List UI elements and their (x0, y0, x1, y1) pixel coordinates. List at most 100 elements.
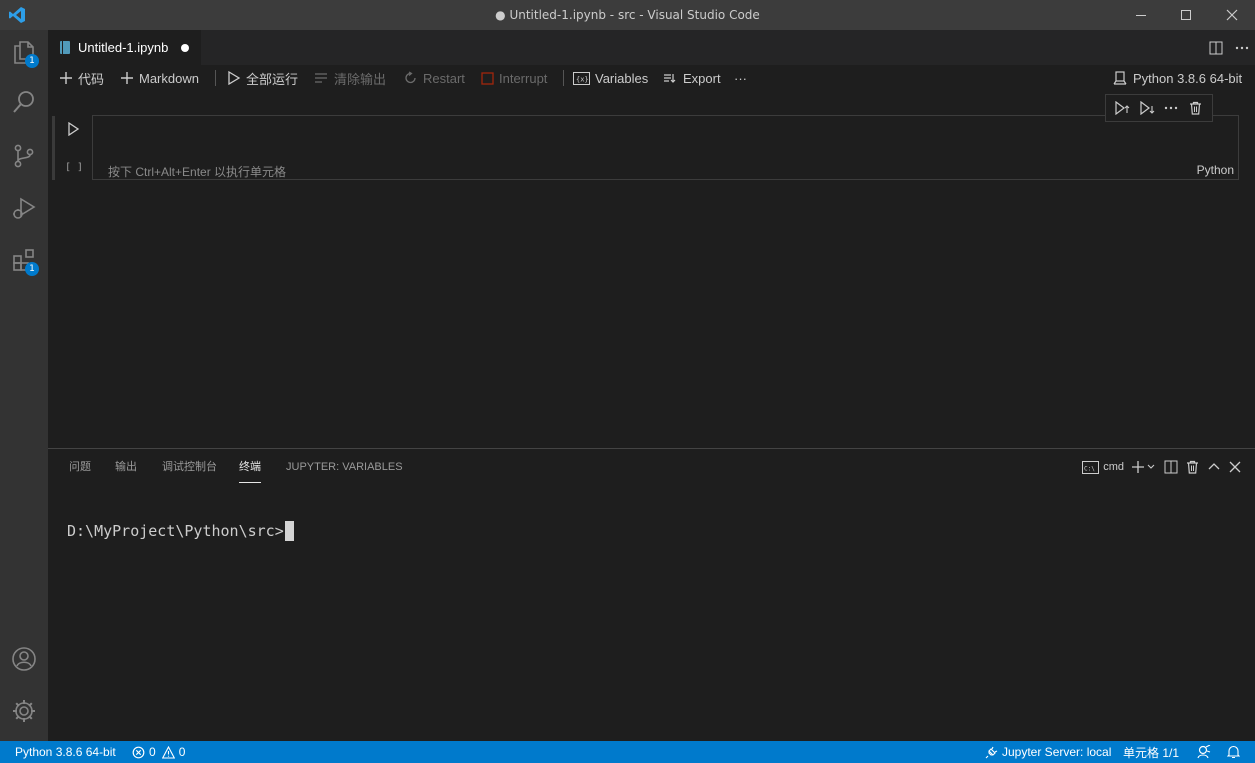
problems-status[interactable]: 0 0 (132, 741, 185, 763)
tab-untitled-notebook[interactable]: Untitled-1.ipynb (48, 30, 201, 65)
warning-icon (161, 745, 175, 759)
variables-button[interactable]: {x} Variables (573, 65, 648, 91)
tab-label: Untitled-1.ipynb (78, 40, 169, 55)
unsaved-dot-icon[interactable] (181, 44, 189, 52)
svg-text:{x}: {x} (576, 75, 589, 83)
editor-actions (1203, 30, 1255, 65)
run-cell-button[interactable] (64, 119, 82, 139)
accounts-button[interactable] (0, 637, 48, 685)
export-icon (664, 74, 676, 83)
more-actions-icon[interactable] (1229, 35, 1255, 61)
cell-language-picker[interactable]: Python (1197, 163, 1234, 177)
plus-icon (121, 72, 133, 84)
clear-all-icon (315, 73, 327, 83)
run-all-icon (228, 71, 241, 85)
window-title: ● Untitled-1.ipynb - src - Visual Studio… (495, 8, 760, 22)
terminal-cursor (284, 521, 294, 541)
tab-output[interactable]: 输出 (115, 449, 137, 485)
run-below-icon[interactable] (1136, 97, 1158, 119)
code-cell-editor[interactable]: 按下 Ctrl+Alt+Enter 以执行单元格 Python (92, 115, 1239, 180)
terminal-icon: C:\ (1082, 460, 1100, 474)
cell-more-icon[interactable] (1160, 97, 1182, 119)
execution-count: [ ] (65, 162, 84, 173)
notebook-toolbar: 代码 Markdown 全部运行 清除输出 Restart Interrupt … (48, 65, 1255, 91)
new-terminal-button[interactable] (1132, 455, 1156, 479)
restart-kernel-button[interactable]: Restart (404, 65, 465, 91)
tab-bar: Untitled-1.ipynb (48, 30, 1255, 65)
cell-toolbar (1105, 94, 1213, 122)
toolbar-more-button[interactable]: ··· (734, 65, 747, 91)
tab-terminal[interactable]: 终端 (239, 449, 261, 483)
notebook-file-icon (60, 41, 70, 54)
gear-icon (11, 698, 37, 728)
kernel-picker-button[interactable]: Python 3.8.6 64-bit (1113, 65, 1242, 91)
status-bar: Python 3.8.6 64-bit 0 0 Jupyter Server: … (0, 741, 1255, 763)
panel-actions: C:\ cmd (1078, 449, 1255, 485)
terminal-output[interactable]: D:\MyProject\Python\src> (67, 521, 294, 541)
feedback-icon (1197, 745, 1211, 759)
interrupt-kernel-button[interactable]: Interrupt (481, 65, 547, 91)
source-control-button[interactable] (0, 134, 48, 182)
close-icon (1229, 461, 1241, 473)
split-terminal-button[interactable] (1164, 455, 1178, 479)
editor-area: Untitled-1.ipynb 代码 Markdown 全部运行 清除输出 R… (48, 30, 1255, 448)
search-icon (11, 89, 37, 119)
toolbar-divider (563, 70, 564, 86)
plus-chevron-icon (1132, 461, 1155, 473)
variables-icon: {x} (573, 71, 590, 85)
terminal-prompt: D:\MyProject\Python\src> (67, 522, 284, 540)
chevron-up-icon (1208, 463, 1220, 470)
jupyter-server-status[interactable]: Jupyter Server: local (985, 741, 1111, 763)
bell-icon (1227, 745, 1240, 759)
cell-focus-indicator (52, 116, 55, 180)
svg-text:C:\: C:\ (1084, 465, 1095, 472)
bottom-panel: 问题 输出 调试控制台 终端 JUPYTER: VARIABLES C:\ cm… (48, 448, 1255, 741)
source-control-icon (11, 143, 37, 173)
toolbar-divider (215, 70, 216, 86)
clear-outputs-button[interactable]: 清除输出 (314, 65, 386, 91)
run-debug-icon (11, 195, 37, 225)
run-above-icon[interactable] (1111, 97, 1133, 119)
explorer-badge: 1 (25, 54, 39, 68)
python-interpreter-status[interactable]: Python 3.8.6 64-bit (15, 741, 116, 763)
extensions-button[interactable]: 1 (0, 238, 48, 286)
close-panel-button[interactable] (1229, 455, 1241, 479)
split-icon (1164, 460, 1178, 474)
feedback-button[interactable] (1197, 741, 1215, 763)
title-bar: ● Untitled-1.ipynb - src - Visual Studio… (0, 0, 1255, 30)
server-environment-icon (1113, 71, 1127, 85)
cell-placeholder: 按下 Ctrl+Alt+Enter 以执行单元格 (108, 165, 287, 179)
manage-button[interactable] (0, 689, 48, 737)
play-icon (68, 122, 79, 136)
minimize-button[interactable] (1118, 0, 1164, 30)
maximize-panel-button[interactable] (1207, 455, 1221, 479)
trash-icon (1187, 460, 1198, 474)
delete-cell-icon[interactable] (1185, 97, 1207, 119)
run-all-button[interactable]: 全部运行 (227, 65, 298, 91)
add-markdown-cell-button[interactable]: Markdown (120, 65, 199, 91)
kill-terminal-button[interactable] (1186, 455, 1199, 479)
restart-icon (405, 71, 416, 84)
plug-icon (985, 746, 998, 758)
notifications-button[interactable] (1227, 741, 1244, 763)
activity-bar: 1 1 (0, 30, 48, 741)
export-button[interactable]: Export (663, 65, 721, 91)
tab-jupyter-variables[interactable]: JUPYTER: VARIABLES (286, 449, 403, 485)
tab-problems[interactable]: 问题 (69, 449, 91, 485)
search-button[interactable] (0, 80, 48, 128)
explorer-button[interactable]: 1 (0, 30, 48, 78)
ellipsis-icon: ··· (734, 70, 747, 86)
terminal-select-dropdown[interactable]: C:\ cmd (1082, 455, 1124, 479)
maximize-button[interactable] (1163, 0, 1209, 30)
cell-position-status[interactable]: 单元格 1/1 (1123, 741, 1179, 763)
error-icon (132, 746, 145, 758)
close-window-button[interactable] (1209, 0, 1255, 30)
tab-debug-console[interactable]: 调试控制台 (162, 449, 217, 485)
extensions-badge: 1 (25, 262, 39, 276)
plus-icon (60, 72, 72, 84)
account-icon (11, 646, 37, 676)
split-editor-icon[interactable] (1203, 35, 1229, 61)
panel-tabs: 问题 输出 调试控制台 终端 JUPYTER: VARIABLES (48, 449, 1255, 485)
run-debug-button[interactable] (0, 186, 48, 234)
add-code-cell-button[interactable]: 代码 (59, 65, 104, 91)
